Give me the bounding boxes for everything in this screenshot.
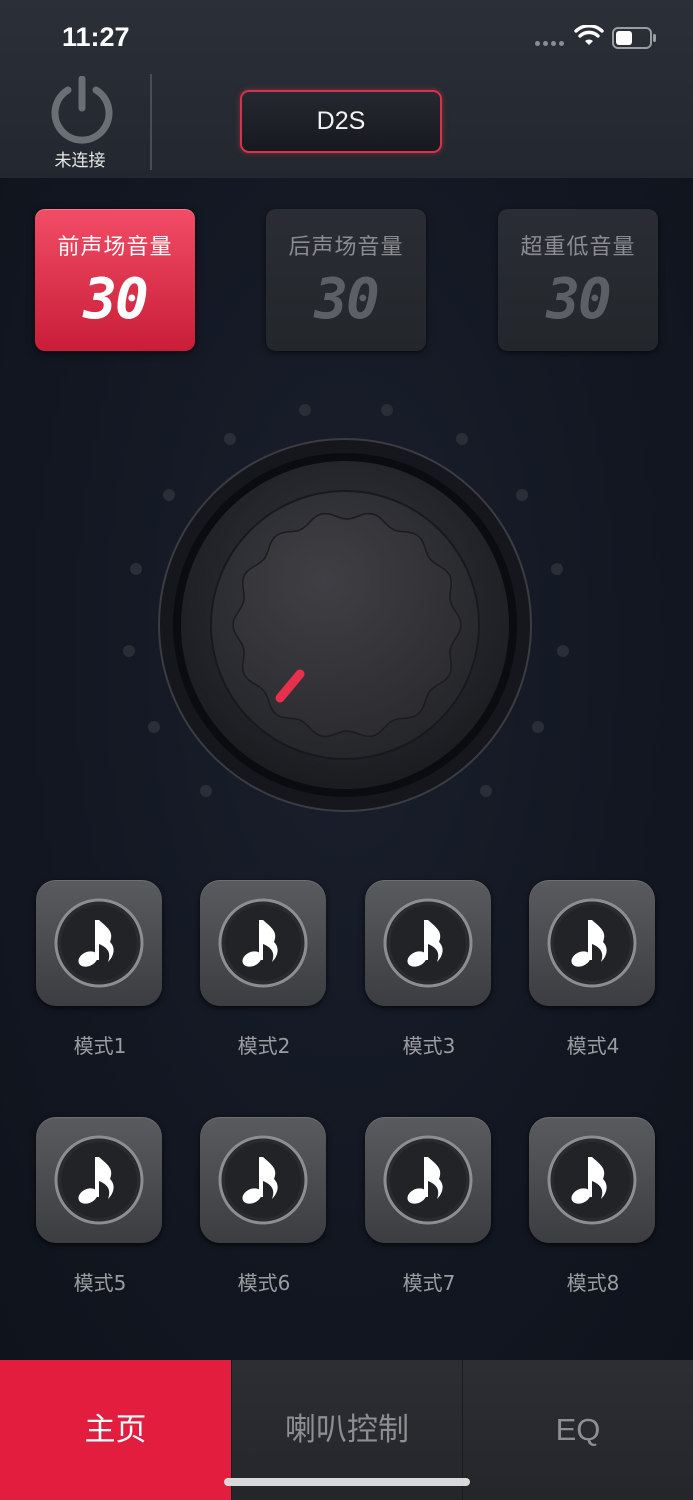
mode-label: 模式5	[73, 1271, 127, 1295]
mode-label: 模式6	[237, 1271, 291, 1295]
mode-item[interactable]: 模式6	[200, 1117, 328, 1296]
battery-icon	[612, 27, 656, 49]
subwoofer-volume-title: 超重低音量	[520, 235, 636, 260]
connection-status: 未连接	[54, 151, 106, 171]
device-select-button[interactable]: D2S	[240, 90, 442, 153]
mode-item[interactable]: 模式5	[36, 1117, 164, 1296]
tab-home[interactable]: 主页	[0, 1360, 231, 1500]
subwoofer-volume-card[interactable]: 超重低音量 30	[498, 209, 658, 351]
power-icon[interactable]	[48, 76, 116, 144]
mode-label: 模式3	[402, 1034, 456, 1058]
mode-button[interactable]	[365, 880, 491, 1006]
mode-button[interactable]	[529, 1117, 655, 1243]
front-volume-value: 30	[83, 267, 148, 332]
mode-item[interactable]: 模式7	[365, 1117, 493, 1296]
header-divider	[150, 74, 152, 170]
mode-label: 模式4	[566, 1034, 620, 1058]
mode-item[interactable]: 模式3	[365, 880, 493, 1059]
music-note-icon	[547, 1135, 637, 1225]
front-volume-card[interactable]: 前声场音量 30	[35, 209, 195, 351]
mode-label: 模式8	[566, 1271, 620, 1295]
front-volume-title: 前声场音量	[57, 235, 173, 260]
music-note-icon	[54, 1135, 144, 1225]
rear-volume-title: 后声场音量	[288, 235, 404, 260]
mode-button[interactable]	[365, 1117, 491, 1243]
music-note-icon	[383, 1135, 473, 1225]
home-indicator[interactable]	[224, 1478, 470, 1486]
mode-button[interactable]	[36, 1117, 162, 1243]
mode-label: 模式1	[73, 1034, 127, 1058]
rear-volume-card[interactable]: 后声场音量 30	[266, 209, 426, 351]
subwoofer-volume-value: 30	[546, 267, 611, 332]
music-note-icon	[218, 1135, 308, 1225]
mode-button[interactable]	[36, 880, 162, 1006]
mode-item[interactable]: 模式8	[529, 1117, 657, 1296]
mode-item[interactable]: 模式2	[200, 880, 328, 1059]
top-bar: 11:27 未连接 D2S	[0, 0, 693, 178]
music-note-icon	[547, 898, 637, 988]
mode-item[interactable]: 模式1	[36, 880, 164, 1059]
status-time: 11:27	[62, 22, 130, 52]
tab-eq[interactable]: EQ	[462, 1360, 693, 1500]
mode-button[interactable]	[200, 880, 326, 1006]
volume-knob-area	[0, 380, 693, 850]
signal-icon	[535, 41, 564, 46]
mode-button[interactable]	[529, 880, 655, 1006]
music-note-icon	[383, 898, 473, 988]
mode-label: 模式2	[237, 1034, 291, 1058]
mode-button[interactable]	[200, 1117, 326, 1243]
mode-item[interactable]: 模式4	[529, 880, 657, 1059]
music-note-icon	[54, 898, 144, 988]
music-note-icon	[218, 898, 308, 988]
rear-volume-value: 30	[314, 267, 379, 332]
mode-label: 模式7	[402, 1271, 456, 1295]
wifi-icon	[574, 25, 604, 45]
